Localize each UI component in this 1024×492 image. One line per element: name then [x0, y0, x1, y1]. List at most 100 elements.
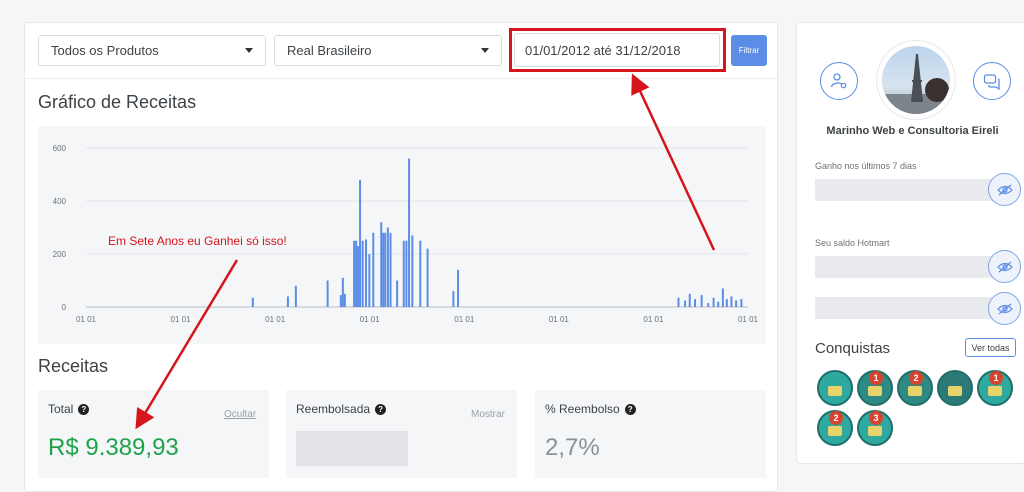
toggle-secondary-visibility-button[interactable]	[988, 292, 1021, 325]
revenue-bar	[735, 300, 738, 307]
level-2-badge-icon[interactable]: 2	[897, 370, 933, 406]
product-select[interactable]: Todos os Produtos	[38, 35, 266, 66]
revenue-bar	[712, 297, 715, 307]
refunded-label: Reembolsada	[296, 402, 371, 416]
eye-off-icon	[996, 303, 1013, 314]
earned-7-days-hidden-value	[815, 179, 997, 201]
revenue-bar	[386, 227, 389, 307]
revenue-bar	[457, 269, 460, 307]
avatar-frame	[876, 40, 956, 120]
user-gear-icon	[830, 73, 847, 89]
revenue-chart-title: Gráfico de Receitas	[38, 92, 197, 112]
currency-select[interactable]: Real Brasileiro	[274, 35, 502, 66]
revenue-bar	[402, 240, 405, 307]
revenue-bar	[707, 303, 710, 307]
revenue-bar	[426, 248, 429, 307]
receitas-title: Receitas	[38, 356, 109, 376]
revenue-bar	[368, 254, 371, 307]
divider	[25, 78, 777, 79]
revenue-bar	[694, 299, 697, 307]
currency-select-value: Real Brasileiro	[287, 43, 372, 58]
certificate-badge-icon[interactable]	[817, 370, 853, 406]
achievements-title: Conquistas	[815, 340, 891, 357]
revenue-bar	[341, 277, 344, 307]
balance-label: Seu saldo Hotmart	[815, 238, 890, 248]
revenue-bar	[408, 158, 411, 307]
level-1-money-badge-icon[interactable]: 1	[977, 370, 1013, 406]
revenue-bar	[725, 299, 728, 307]
y-tick-label: 400	[53, 197, 67, 206]
x-tick-label: 01 01	[549, 315, 570, 324]
help-icon[interactable]: ?	[624, 403, 636, 415]
refund-pct-label-row: % Reembolso ?	[545, 402, 636, 416]
show-link[interactable]: Mostrar	[471, 409, 505, 420]
trophy-badge-icon[interactable]	[937, 370, 973, 406]
revenue-bar	[365, 239, 368, 307]
badge-emblem	[828, 426, 842, 436]
x-tick-label: 01 01	[738, 315, 759, 324]
y-tick-label: 200	[53, 250, 67, 259]
badge-level-number: 2	[909, 371, 923, 385]
revenue-bar	[382, 232, 385, 307]
badge-emblem	[828, 386, 842, 396]
eye-off-icon	[996, 184, 1013, 195]
revenue-bar	[361, 240, 364, 307]
badge-level-number: 2	[829, 411, 843, 425]
x-tick-label: 01 01	[76, 315, 97, 324]
y-tick-label: 0	[62, 303, 67, 312]
refunded-stat-card: Reembolsada ? Mostrar	[286, 390, 517, 478]
refund-pct-value: 2,7%	[545, 434, 600, 461]
revenue-bar	[740, 299, 743, 307]
revenue-bar	[389, 232, 392, 307]
x-tick-label: 01 01	[454, 315, 475, 324]
revenue-bar	[688, 293, 691, 307]
revenue-bar	[700, 295, 703, 307]
revenue-bar	[355, 240, 358, 307]
revenue-bar	[372, 232, 375, 307]
help-icon[interactable]: ?	[78, 403, 90, 415]
help-icon[interactable]: ?	[375, 403, 387, 415]
badge-emblem	[908, 386, 922, 396]
total-stat-card: Total ? Ocultar R$ 9.389,93	[38, 390, 269, 478]
hidden-value-placeholder	[296, 431, 408, 466]
revenue-bar	[721, 288, 724, 307]
level-2-money-badge-icon[interactable]: 2	[817, 410, 853, 446]
x-tick-label: 01 01	[360, 315, 381, 324]
level-3-money-badge-icon[interactable]: 3	[857, 410, 893, 446]
filter-button[interactable]: Filtrar	[731, 35, 767, 66]
revenue-bar	[730, 296, 733, 307]
badge-level-number: 3	[869, 411, 883, 425]
refund-pct-label: % Reembolso	[545, 402, 620, 416]
badge-level-number: 1	[869, 371, 883, 385]
revenue-bar	[405, 240, 408, 307]
balance-secondary-hidden-value	[815, 297, 997, 319]
toggle-earned-visibility-button[interactable]	[988, 173, 1021, 206]
badge-level-number: 1	[989, 371, 1003, 385]
hide-link[interactable]: Ocultar	[224, 409, 256, 420]
see-all-achievements-button[interactable]: Ver todas	[965, 338, 1016, 357]
chat-icon	[983, 74, 1000, 90]
eye-off-icon	[996, 261, 1013, 272]
revenue-bar	[396, 280, 399, 307]
revenue-bar	[419, 240, 422, 307]
revenue-bar	[359, 179, 362, 307]
chevron-down-icon	[481, 48, 489, 53]
y-tick-label: 600	[53, 144, 67, 153]
account-settings-button[interactable]	[820, 62, 858, 100]
level-1-badge-icon[interactable]: 1	[857, 370, 893, 406]
revenue-bar	[251, 297, 254, 307]
badge-emblem	[948, 386, 962, 396]
revenue-bar	[452, 291, 455, 307]
revenue-bar	[380, 222, 383, 307]
badge-emblem	[868, 386, 882, 396]
eiffel-tower-photo	[882, 54, 950, 114]
avatar	[882, 46, 950, 114]
earned-7-days-label: Ganho nos últimos 7 dias	[815, 161, 917, 171]
product-select-value: Todos os Produtos	[51, 43, 159, 58]
x-tick-label: 01 01	[171, 315, 192, 324]
badge-emblem	[868, 426, 882, 436]
toggle-balance-visibility-button[interactable]	[988, 250, 1021, 283]
badge-emblem	[988, 386, 1002, 396]
revenue-bar	[339, 295, 342, 307]
messages-button[interactable]	[973, 62, 1011, 100]
